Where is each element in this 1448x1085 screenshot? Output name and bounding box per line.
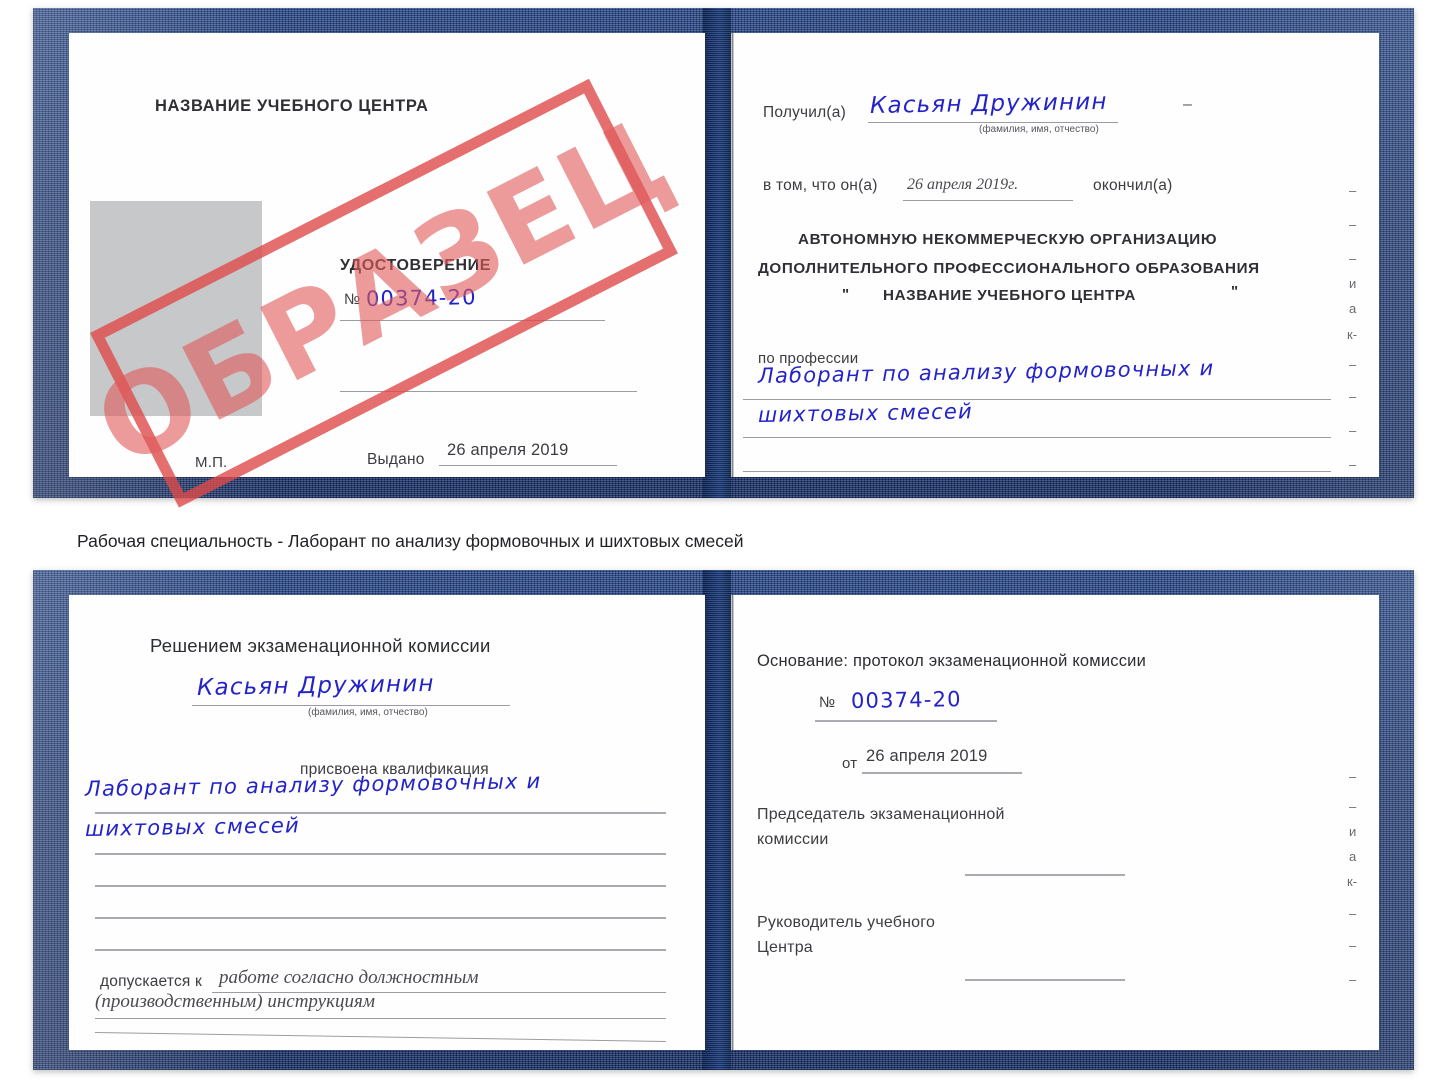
top-right-received-label: Получил(а) <box>763 104 846 121</box>
edge-fragment: – <box>1349 972 1357 987</box>
bottom-left-admitted-rule-3 <box>94 1032 666 1042</box>
edge-fragment: – <box>1349 457 1357 472</box>
top-right-quote-open: " <box>842 286 850 303</box>
bottom-left-rule-1 <box>95 812 666 814</box>
top-right-dash-1: – <box>1183 96 1193 113</box>
top-left-number-value: 00374-20 <box>365 285 477 311</box>
bottom-right-chairman-line2: комиссии <box>757 831 829 848</box>
bottom-right-gutter <box>731 595 734 1050</box>
bottom-right-date-label: от <box>842 755 858 772</box>
bottom-right-head-line1: Руководитель учебного <box>757 914 936 931</box>
bottom-left-name-value: Касьян Дружинин <box>196 670 435 701</box>
edge-fragment: – <box>1349 423 1357 438</box>
top-right-gutter <box>731 33 734 477</box>
edge-fragment: и <box>1349 824 1357 839</box>
top-right-finished-label: окончил(а) <box>1093 177 1173 194</box>
bottom-left-page: Решением экзаменационной комиссии Касьян… <box>69 595 705 1050</box>
edge-fragment: – <box>1349 906 1357 921</box>
top-left-page: НАЗВАНИЕ УЧЕБНОГО ЦЕНТРА УДОСТОВЕРЕНИЕ №… <box>69 33 705 477</box>
bottom-left-rule-4 <box>95 917 666 919</box>
top-left-doc-title: УДОСТОВЕРЕНИЕ <box>340 257 492 274</box>
image-caption: Рабочая специальность - Лаборант по анал… <box>77 531 744 551</box>
certificate-bottom: Решением экзаменационной комиссии Касьян… <box>33 570 1414 1070</box>
edge-fragment: – <box>1349 217 1357 232</box>
edge-fragment: к- <box>1347 327 1358 342</box>
bottom-right-date-rule <box>862 772 1022 774</box>
top-right-inthat-label: в том, что он(а) <box>763 177 878 194</box>
top-right-profession-rule-2 <box>743 437 1331 438</box>
top-left-number-label: № <box>344 291 361 308</box>
edge-fragment: а <box>1349 301 1357 316</box>
top-right-received-rule <box>868 122 1118 123</box>
bottom-left-rule-5 <box>95 949 666 951</box>
bottom-right-number-rule <box>815 720 997 722</box>
top-right-org-name: НАЗВАНИЕ УЧЕБНОГО ЦЕНТРА <box>883 287 1136 304</box>
bottom-left-admitted-rule-2 <box>95 1018 666 1019</box>
edge-fragment: – <box>1349 769 1357 784</box>
top-left-org-title: НАЗВАНИЕ УЧЕБНОГО ЦЕНТРА <box>155 97 429 115</box>
top-right-quote-close: " <box>1231 283 1239 300</box>
top-right-page: Получил(а) Касьян Дружинин (фамилия, имя… <box>731 33 1379 477</box>
bottom-right-chairman-line1: Председатель экзаменационной <box>757 806 1005 823</box>
edge-fragment: – <box>1349 251 1357 266</box>
bottom-left-rule-3 <box>95 885 666 887</box>
top-right-profession-rule-3 <box>743 471 1331 472</box>
top-right-received-value: Касьян Дружинин <box>869 88 1108 119</box>
top-right-profession-value-2: шихтовых смесей <box>757 399 974 427</box>
bottom-right-date-value: 26 апреля 2019 <box>866 747 988 765</box>
edge-fragment: и <box>1349 276 1357 291</box>
edge-fragment: – <box>1349 938 1357 953</box>
top-right-org-line1: АВТОНОМНУЮ НЕКОММЕРЧЕСКУЮ ОРГАНИЗАЦИЮ <box>798 231 1218 248</box>
bottom-right-head-line2: Центра <box>757 939 813 956</box>
bottom-left-admitted-label: допускается к <box>100 973 202 990</box>
bottom-right-number-label: № <box>819 694 836 711</box>
bottom-left-qualification-2: шихтовых смесей <box>84 813 301 841</box>
bottom-right-basis-label: Основание: протокол экзаменационной коми… <box>757 652 1147 670</box>
bottom-left-admitted-1: работе согласно должностным <box>219 967 479 988</box>
bottom-right-page: Основание: протокол экзаменационной коми… <box>731 595 1379 1050</box>
top-right-inthat-value: 26 апреля 2019г. <box>907 176 1019 193</box>
top-left-issued-label: Выдано <box>367 451 425 468</box>
bottom-left-commission-title: Решением экзаменационной комиссии <box>150 635 491 656</box>
top-right-org-line2: ДОПОЛНИТЕЛЬНОГО ПРОФЕССИОНАЛЬНОГО ОБРАЗО… <box>758 260 1260 277</box>
top-right-fio-hint: (фамилия, имя, отчество) <box>979 124 1099 135</box>
bottom-left-rule-2 <box>95 853 666 855</box>
photo-placeholder <box>90 201 262 416</box>
edge-fragment: – <box>1349 389 1357 404</box>
bottom-right-head-sign-rule <box>965 979 1125 981</box>
top-left-blank-rule <box>340 391 637 392</box>
bottom-left-qualification-1: Лаборант по анализу формовочных и <box>84 769 542 801</box>
bottom-left-name-rule <box>192 705 510 706</box>
bottom-left-fio-hint: (фамилия, имя, отчество) <box>308 707 428 718</box>
top-left-issued-value: 26 апреля 2019 <box>447 441 569 459</box>
edge-fragment: а <box>1349 849 1357 864</box>
edge-fragment: – <box>1349 799 1357 814</box>
bottom-right-number-value: 00374-20 <box>850 687 962 713</box>
edge-fragment: к- <box>1347 874 1358 889</box>
top-left-issued-rule <box>439 465 617 466</box>
certificate-top: НАЗВАНИЕ УЧЕБНОГО ЦЕНТРА УДОСТОВЕРЕНИЕ №… <box>33 8 1414 498</box>
edge-fragment: – <box>1349 357 1357 372</box>
top-left-number-rule <box>340 320 605 321</box>
top-right-inthat-rule <box>903 200 1073 201</box>
bottom-left-admitted-2: (производственным) инструкциям <box>95 991 375 1012</box>
bottom-right-chairman-sign-rule <box>965 874 1125 876</box>
top-left-seal-label: М.П. <box>195 454 228 471</box>
book-spine-bottom <box>703 570 731 1070</box>
book-spine-top <box>703 8 731 498</box>
top-right-profession-rule-1 <box>743 399 1331 400</box>
edge-fragment: – <box>1349 183 1357 198</box>
